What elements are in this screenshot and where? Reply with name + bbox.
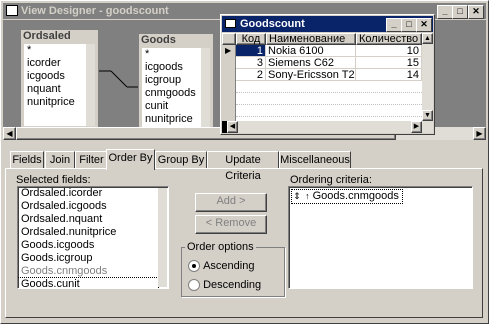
add-button[interactable]: Add > — [195, 193, 267, 212]
selected-field-item[interactable]: Ordsaled.icgoods — [18, 200, 158, 213]
goods-field-item[interactable]: * — [142, 48, 201, 61]
grid-cell-code[interactable]: 1 — [236, 45, 266, 57]
table-goods-fields[interactable]: * icgoods icgroup cnmgoods cunit nunitprice — [142, 48, 201, 129]
window-app-icon — [6, 5, 18, 16]
selected-field-item[interactable]: Ordsaled.icorder — [18, 187, 158, 200]
grid-cell-qty[interactable]: 15 — [356, 57, 422, 69]
table-ordsaled-title[interactable]: Ordsaled — [21, 30, 98, 42]
grid-cell-code[interactable]: 2 — [236, 69, 266, 81]
current-record-icon: ▶ — [225, 46, 232, 55]
selected-fields-list[interactable]: Ordsaled.icorder Ordsaled.icgoods Ordsaled… — [17, 186, 169, 289]
ordering-criteria-list[interactable]: ⇕ ↑ Goods.cnmgoods — [288, 186, 473, 289]
ordering-criteria-item[interactable]: ⇕ ↑ Goods.cnmgoods — [291, 189, 403, 204]
goods-field-item[interactable]: icgroup — [142, 74, 201, 87]
selected-field-item[interactable]: Ordsaled.nquant — [18, 213, 158, 226]
goods-field-item[interactable]: cunit — [142, 100, 201, 113]
data-grid[interactable]: Код Наименование Количество ▶ 1 Nokia 610… — [222, 33, 433, 133]
tab-miscellaneous[interactable]: Miscellaneous — [279, 151, 351, 169]
scroll-left-arrow[interactable]: ◀ — [3, 127, 16, 140]
close-button[interactable]: ✕ — [468, 5, 484, 19]
grid-vertical-scrollbar[interactable]: ▲ ▼ — [422, 33, 433, 121]
table-ordsaled-fields[interactable]: * icorder icgoods nquant nunitprice — [24, 44, 86, 126]
ascending-label: Ascending — [203, 260, 255, 273]
ordering-criteria-label: Ordering criteria: — [290, 174, 372, 186]
selected-field-item[interactable]: Goods.cnmgoods — [18, 265, 158, 278]
tab-filter[interactable]: Filter — [75, 151, 108, 169]
order-by-page: Selected fields: Ordsaled.icorder Ordsale… — [5, 168, 483, 318]
grid-minimize-button[interactable]: _ — [386, 18, 402, 32]
move-handle-icon[interactable]: ⇕ — [292, 190, 302, 203]
grid-corner — [222, 33, 236, 45]
goods-field-item[interactable]: cnmgoods — [142, 87, 201, 100]
join-line — [99, 70, 139, 88]
order-options-group: Order options Ascending Descending — [181, 241, 285, 297]
grid-cell-name[interactable]: Siemens C62 — [266, 57, 356, 69]
ordsaled-field-item[interactable]: icorder — [24, 57, 86, 70]
tab-order-by[interactable]: Order By — [106, 149, 155, 170]
tab-group-by[interactable]: Group By — [155, 151, 207, 169]
grid-empty-row — [236, 93, 422, 105]
grid-cell-code[interactable]: 3 — [236, 57, 266, 69]
maximize-button[interactable]: □ — [452, 5, 468, 19]
grid-cell-qty[interactable]: 14 — [356, 69, 422, 81]
selected-field-item[interactable]: Goods.icgroup — [18, 252, 158, 265]
table-ordsaled[interactable]: Ordsaled * icorder icgoods nquant nunitprice — [20, 29, 99, 130]
ordsaled-field-item[interactable]: nquant — [24, 83, 86, 96]
grid-maximize-button[interactable]: □ — [401, 18, 417, 32]
remove-button[interactable]: < Remove — [195, 215, 267, 234]
table-goods-scrollbar[interactable] — [201, 48, 210, 129]
table-goods[interactable]: Goods * icgoods icgroup cnmgoods cunit nunitp… — [138, 33, 214, 133]
goodscount-window: Goodscount _ □ ✕ Код Наименование Количе… — [220, 14, 435, 135]
ordering-criteria-item-label: Goods.cnmgoods — [312, 190, 399, 202]
grid-cell-name[interactable]: Nokia 6100 — [266, 45, 356, 57]
sort-direction-icon: ↑ — [305, 191, 310, 201]
grid-cell-name[interactable]: Sony-Ericsson T250 — [266, 69, 356, 81]
selected-field-item[interactable]: Goods.icgoods — [18, 239, 158, 252]
grid-scroll-left[interactable]: ◀ — [227, 121, 238, 133]
ordsaled-field-item[interactable]: * — [24, 44, 86, 57]
selected-fields-label: Selected fields: — [16, 174, 91, 186]
tab-update-criteria[interactable]: Update Criteria — [207, 151, 279, 182]
goodscount-titlebar[interactable]: Goodscount _ □ ✕ — [222, 16, 433, 32]
descending-label: Descending — [203, 279, 262, 292]
tab-fields[interactable]: Fields — [10, 151, 44, 169]
tab-join[interactable]: Join — [45, 151, 75, 169]
grid-empty-row — [236, 81, 422, 93]
selected-field-item[interactable]: Ordsaled.nunitprice — [18, 226, 158, 239]
column-header-qty[interactable]: Количество — [356, 33, 422, 45]
minimize-button[interactable]: _ — [437, 5, 453, 19]
grid-scroll-down[interactable]: ▼ — [422, 110, 433, 121]
order-options-label: Order options — [185, 241, 256, 253]
scroll-right-arrow[interactable]: ▶ — [473, 127, 486, 140]
descending-radio[interactable]: Descending — [188, 279, 262, 292]
ordsaled-field-item[interactable]: nunitprice — [24, 96, 86, 109]
ascending-radio[interactable]: Ascending — [188, 260, 255, 273]
grid-close-button[interactable]: ✕ — [416, 18, 432, 32]
window-title: View Designer - goodscount — [21, 5, 169, 17]
table-goods-title[interactable]: Goods — [139, 34, 213, 46]
selected-fields-scrollbar[interactable] — [158, 188, 167, 287]
grid-scroll-up[interactable]: ▲ — [422, 33, 433, 44]
goods-field-item[interactable]: nunitprice — [142, 113, 201, 126]
grid-scroll-right[interactable]: ▶ — [411, 121, 422, 133]
table-ordsaled-scrollbar[interactable] — [86, 44, 95, 126]
record-indicator-column: ▶ — [222, 45, 236, 121]
column-header-code[interactable]: Код — [236, 33, 266, 45]
goodscount-title: Goodscount — [240, 18, 305, 30]
grid-empty-row — [236, 105, 422, 117]
column-header-name[interactable]: Наименование — [266, 33, 356, 45]
grid-cell-qty[interactable]: 10 — [356, 45, 422, 57]
grid-window-icon — [225, 19, 236, 28]
grid-horizontal-scrollbar[interactable]: ◀ ▶ — [222, 121, 433, 133]
ordsaled-field-item[interactable]: icgoods — [24, 70, 86, 83]
selected-field-item[interactable]: Goods.cunit — [18, 277, 159, 288]
goods-field-item[interactable]: icgoods — [142, 61, 201, 74]
